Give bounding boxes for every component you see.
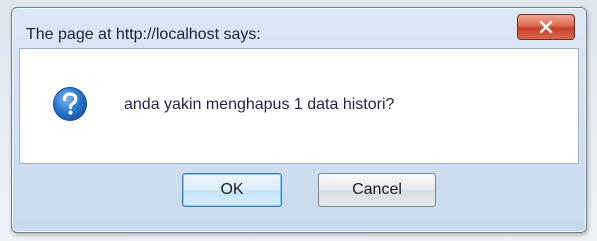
cancel-button-label: Cancel [352, 181, 402, 198]
dialog-content: anda yakin menghapus 1 data histori? [19, 48, 579, 164]
close-icon [539, 20, 553, 34]
ok-button-label: OK [220, 181, 244, 198]
close-button[interactable] [517, 14, 575, 40]
dialog-title: The page at http://localhost says: [26, 26, 261, 43]
ok-button[interactable]: OK [182, 173, 282, 207]
confirm-dialog: The page at http://localhost says: anda … [11, 7, 587, 233]
question-icon [53, 87, 87, 121]
dialog-message: anda yakin menghapus 1 data histori? [124, 96, 395, 113]
cancel-button[interactable]: Cancel [318, 173, 436, 207]
